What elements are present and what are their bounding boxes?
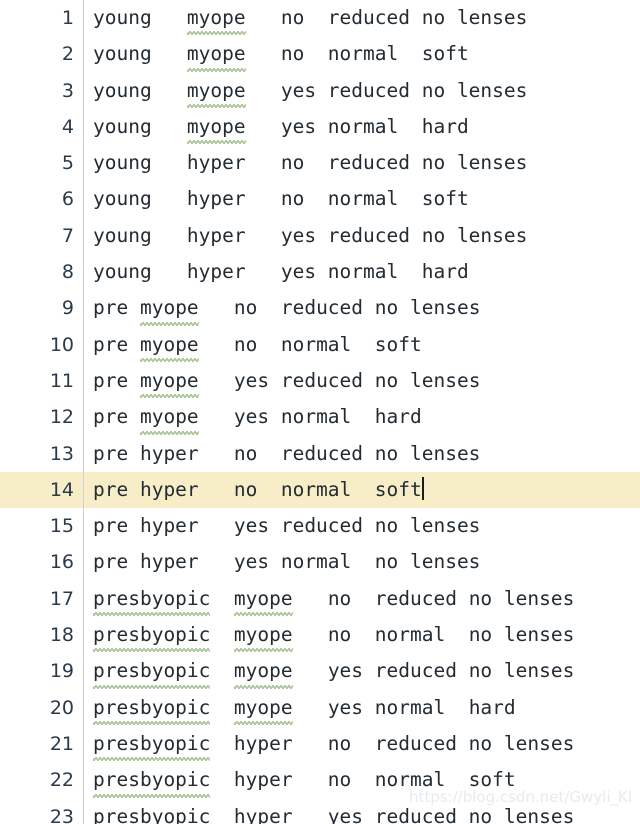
line-content[interactable]: pre hyper yes reduced no lenses bbox=[93, 508, 480, 544]
misspelled-word[interactable]: myope bbox=[186, 73, 246, 109]
line-number: 4 bbox=[61, 115, 74, 138]
code-line[interactable]: 12 pre myope yes normal hard bbox=[0, 399, 640, 435]
misspelled-word[interactable]: myope bbox=[233, 690, 293, 726]
line-content[interactable]: pre hyper yes normal no lenses bbox=[93, 544, 480, 580]
code-line[interactable]: 16 pre hyper yes normal no lenses bbox=[0, 544, 640, 580]
misspelled-word[interactable]: myope bbox=[186, 36, 246, 72]
misspelled-word[interactable]: presbyopic bbox=[93, 581, 211, 617]
line-number: 6 bbox=[61, 188, 74, 211]
misspelled-word[interactable]: myope bbox=[186, 0, 246, 36]
line-number: 20 bbox=[49, 696, 74, 719]
code-line[interactable]: 20 presbyopic myope yes normal hard bbox=[0, 690, 640, 726]
line-content[interactable]: pre hyper no reduced no lenses bbox=[93, 436, 480, 472]
misspelled-word[interactable]: presbyopic bbox=[93, 653, 211, 689]
line-number: 10 bbox=[49, 333, 74, 356]
code-line[interactable]: 9 pre myope no reduced no lenses bbox=[0, 290, 640, 326]
line-number: 1 bbox=[61, 7, 74, 29]
code-line[interactable]: 3 young myope yes reduced no lenses bbox=[0, 73, 640, 109]
code-line[interactable]: 15 pre hyper yes reduced no lenses bbox=[0, 508, 640, 544]
gutter-divider bbox=[83, 0, 84, 824]
code-line[interactable]: 6 young hyper no normal soft bbox=[0, 181, 640, 217]
code-line[interactable]: 17 presbyopic myope no reduced no lenses bbox=[0, 581, 640, 617]
line-number: 2 bbox=[61, 43, 74, 66]
line-number: 3 bbox=[61, 79, 74, 102]
code-line[interactable]: 2 young myope no normal soft bbox=[0, 36, 640, 72]
line-number: 7 bbox=[61, 224, 74, 247]
line-number: 19 bbox=[49, 660, 74, 683]
line-content[interactable]: young myope no normal soft bbox=[93, 36, 469, 72]
line-number: 14 bbox=[49, 478, 74, 501]
line-content[interactable]: young myope yes reduced no lenses bbox=[93, 73, 527, 109]
line-number: 22 bbox=[49, 769, 74, 792]
line-content[interactable]: presbyopic hyper no reduced no lenses bbox=[93, 726, 574, 762]
code-line[interactable]: 7 young hyper yes reduced no lenses bbox=[0, 218, 640, 254]
line-content[interactable]: young hyper no normal soft bbox=[93, 181, 469, 217]
line-content[interactable]: presbyopic hyper no normal soft bbox=[93, 762, 516, 798]
code-lines-container[interactable]: 1 young myope no reduced no lenses 2 young … bbox=[0, 0, 640, 824]
line-content[interactable]: pre myope no normal soft bbox=[93, 327, 422, 363]
code-line[interactable]: 4 young myope yes normal hard bbox=[0, 109, 640, 145]
line-content[interactable]: young myope yes normal hard bbox=[93, 109, 469, 145]
text-caret bbox=[421, 476, 424, 500]
line-content[interactable]: presbyopic hyper yes reduced no lenses bbox=[93, 799, 574, 824]
line-number: 23 bbox=[49, 805, 74, 824]
line-number: 8 bbox=[61, 261, 74, 284]
line-content[interactable]: presbyopic myope no normal no lenses bbox=[93, 617, 574, 653]
line-number: 18 bbox=[49, 624, 74, 647]
line-content[interactable]: pre myope yes normal hard bbox=[93, 399, 422, 435]
misspelled-word[interactable]: myope bbox=[186, 109, 246, 145]
misspelled-word[interactable]: presbyopic bbox=[93, 726, 211, 762]
line-content[interactable]: young hyper yes reduced no lenses bbox=[93, 218, 527, 254]
line-content[interactable]: presbyopic myope yes reduced no lenses bbox=[93, 653, 574, 689]
code-line[interactable]: 11 pre myope yes reduced no lenses bbox=[0, 363, 640, 399]
misspelled-word[interactable]: myope bbox=[139, 327, 199, 363]
line-number: 9 bbox=[61, 297, 74, 320]
line-content[interactable]: presbyopic myope yes normal hard bbox=[93, 690, 516, 726]
line-content[interactable]: presbyopic myope no reduced no lenses bbox=[93, 581, 574, 617]
line-number: 12 bbox=[49, 406, 74, 429]
line-content[interactable]: pre hyper no normal soft bbox=[93, 472, 424, 508]
misspelled-word[interactable]: presbyopic bbox=[93, 690, 211, 726]
code-line[interactable]: 21 presbyopic hyper no reduced no lenses bbox=[0, 726, 640, 762]
line-number: 17 bbox=[49, 587, 74, 610]
misspelled-word[interactable]: presbyopic bbox=[93, 799, 210, 824]
misspelled-word[interactable]: myope bbox=[139, 399, 199, 435]
line-number: 21 bbox=[49, 732, 74, 755]
code-line[interactable]: 5 young hyper no reduced no lenses bbox=[0, 145, 640, 181]
code-line[interactable]: 8 young hyper yes normal hard bbox=[0, 254, 640, 290]
line-content[interactable]: pre myope no reduced no lenses bbox=[93, 290, 480, 326]
line-content[interactable]: young hyper yes normal hard bbox=[93, 254, 469, 290]
code-line[interactable]: 23 presbyopic hyper yes reduced no lenses bbox=[0, 799, 640, 824]
misspelled-word[interactable]: myope bbox=[233, 617, 293, 653]
code-line[interactable]: 10 pre myope no normal soft bbox=[0, 327, 640, 363]
line-number: 16 bbox=[49, 551, 74, 574]
code-line[interactable]: 19 presbyopic myope yes reduced no lenses bbox=[0, 653, 640, 689]
misspelled-word[interactable]: myope bbox=[139, 290, 199, 326]
code-line[interactable]: 1 young myope no reduced no lenses bbox=[0, 0, 640, 36]
line-content[interactable]: young myope no reduced no lenses bbox=[93, 0, 527, 36]
code-line[interactable]: 13 pre hyper no reduced no lenses bbox=[0, 436, 640, 472]
code-line-active[interactable]: 14 pre hyper no normal soft bbox=[0, 471, 640, 509]
misspelled-word[interactable]: presbyopic bbox=[93, 617, 211, 653]
text-editor-canvas[interactable]: 1 young myope no reduced no lenses 2 young … bbox=[0, 0, 640, 824]
misspelled-word[interactable]: myope bbox=[233, 653, 293, 689]
misspelled-word[interactable]: myope bbox=[233, 581, 293, 617]
line-number: 13 bbox=[49, 442, 74, 465]
misspelled-word[interactable]: presbyopic bbox=[93, 762, 211, 798]
line-content[interactable]: pre myope yes reduced no lenses bbox=[93, 363, 480, 399]
line-number: 5 bbox=[61, 152, 74, 175]
code-line[interactable]: 22 presbyopic hyper no normal soft bbox=[0, 762, 640, 798]
line-number: 11 bbox=[49, 369, 74, 392]
misspelled-word[interactable]: myope bbox=[139, 363, 199, 399]
line-content[interactable]: young hyper no reduced no lenses bbox=[93, 145, 527, 181]
line-number: 15 bbox=[49, 515, 74, 538]
code-line[interactable]: 18 presbyopic myope no normal no lenses bbox=[0, 617, 640, 653]
